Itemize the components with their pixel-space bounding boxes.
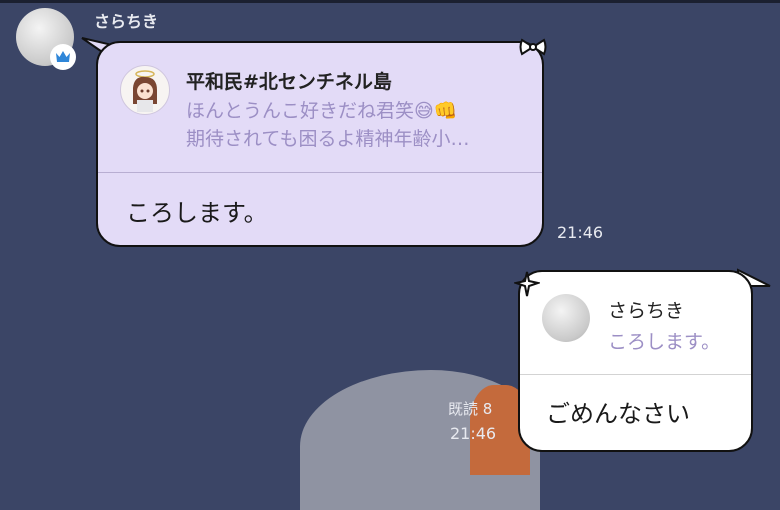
reply-avatar (542, 294, 590, 342)
crown-icon (50, 44, 76, 70)
reply-sender-name: さらちき (608, 300, 685, 322)
message-bubble-sent[interactable]: さらちき ころします。 ごめんなさい (518, 270, 753, 452)
sender-name[interactable]: さらちき (94, 8, 158, 32)
reply-line-1: ほんとうんこ好きだね君笑😅👊 (186, 100, 458, 122)
message-text: ごめんなさい (546, 400, 690, 428)
reply-line-2: 期待されても困るよ精神年齢小… (186, 128, 470, 150)
reply-divider (520, 374, 751, 375)
message-time: 21:46 (450, 424, 497, 443)
read-receipt: 既読 8 (448, 400, 493, 418)
message-time: 21:46 (557, 223, 604, 242)
message-bubble-received[interactable]: 平和民#北センチネル島 ほんとうんこ好きだね君笑😅👊 期待されても困るよ精神年齢… (96, 41, 544, 247)
reply-divider (98, 172, 542, 173)
reply-sender-name: 平和民#北センチネル島 (186, 71, 392, 93)
top-edge (0, 0, 780, 3)
message-text: ころします。 (126, 199, 268, 227)
reply-quote-text: ころします。 (608, 331, 721, 353)
bow-icon (519, 38, 547, 56)
reply-quote-text: ほんとうんこ好きだね君笑😅👊 期待されても困るよ精神年齢小… (186, 97, 531, 153)
reply-avatar (120, 65, 170, 115)
sparkle-icon (514, 271, 540, 297)
